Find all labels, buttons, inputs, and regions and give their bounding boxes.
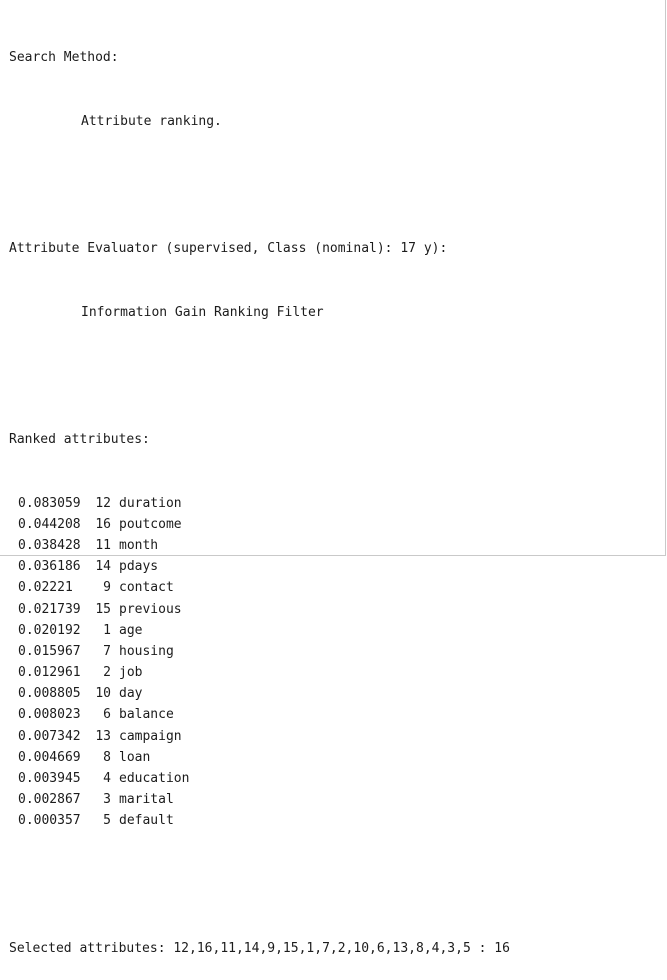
attribute-name: housing (119, 643, 174, 659)
ranked-attribute-row: 0.083059 12 duration (9, 493, 665, 514)
attribute-index: 13 (95, 728, 111, 744)
attribute-index: 8 (103, 749, 111, 765)
ranked-attribute-row: 0.044208 16 poutcome (9, 514, 665, 535)
attribute-index: 11 (95, 537, 111, 553)
attribute-index: 4 (103, 771, 111, 786)
ranked-attribute-row: 0.036186 14 pdays (9, 556, 665, 577)
attribute-index: 5 (103, 813, 111, 829)
attribute-index: 6 (103, 707, 111, 723)
attribute-score: 0.083059 (18, 495, 81, 511)
selected-attributes-line: Selected attributes: 12,16,11,14,9,15,1,… (9, 940, 510, 956)
ranked-attribute-row: 0.004669 8 loan (9, 747, 665, 768)
attribute-index: 14 (95, 559, 111, 575)
attribute-index: 9 (103, 580, 111, 596)
attribute-score: 0.02221 (18, 580, 73, 596)
attribute-score: 0.008023 (18, 707, 81, 723)
ranked-attribute-row: 0.020192 1 age (9, 620, 665, 641)
ranked-attributes-heading: Ranked attributes: (9, 431, 150, 447)
ranked-attribute-row: 0.038428 11 month (9, 535, 665, 556)
attribute-score: 0.007342 (18, 728, 81, 744)
attribute-name: age (119, 622, 143, 638)
ranked-attribute-row: 0.008023 6 balance (9, 704, 665, 725)
attribute-name: previous (119, 601, 182, 617)
attribute-score: 0.012961 (18, 665, 81, 681)
ranked-attribute-row: 0.02221 9 contact (9, 577, 665, 598)
ranked-attribute-row: 0.015967 7 housing (9, 641, 665, 662)
attribute-name: contact (119, 580, 174, 596)
ranked-attribute-row: 0.012961 2 job (9, 662, 665, 683)
attribute-score: 0.000357 (18, 813, 81, 829)
classifier-output-text-area[interactable]: Search Method: Attribute ranking. Attrib… (0, 0, 666, 956)
attribute-name: marital (119, 792, 174, 808)
attribute-score: 0.036186 (18, 559, 81, 575)
attribute-index: 2 (103, 665, 111, 681)
attribute-name: campaign (119, 728, 182, 744)
ranked-attribute-row: 0.008805 10 day (9, 683, 665, 704)
search-method-value: Attribute ranking. (81, 114, 222, 129)
attribute-name: pdays (119, 559, 159, 575)
attribute-name: month (119, 537, 159, 553)
attribute-score: 0.002867 (18, 792, 81, 808)
attribute-index: 10 (95, 686, 111, 702)
attribute-index: 7 (103, 643, 111, 659)
attribute-index: 1 (103, 622, 111, 638)
ranked-attribute-row: 0.003945 4 education (9, 768, 665, 789)
attribute-score: 0.015967 (18, 643, 81, 659)
attribute-name: day (119, 686, 143, 702)
attribute-name: loan (119, 749, 151, 765)
attribute-index: 15 (95, 601, 111, 617)
attribute-index: 12 (95, 495, 111, 511)
attribute-name: education (119, 771, 190, 786)
ranked-attributes-list: 0.083059 12 duration 0.044208 16 poutcome 0.03… (9, 493, 665, 832)
attribute-name: poutcome (119, 516, 182, 532)
attribute-name: job (119, 665, 143, 681)
attribute-score: 0.021739 (18, 601, 81, 617)
attribute-score: 0.003945 (18, 771, 81, 786)
attribute-score: 0.020192 (18, 622, 81, 638)
evaluator-value: Information Gain Ranking Filter (81, 304, 324, 320)
attribute-name: default (119, 813, 174, 829)
attribute-index: 3 (103, 792, 111, 808)
ranked-attribute-row: 0.000357 5 default (9, 810, 665, 831)
attribute-index: 16 (95, 516, 111, 532)
evaluator-heading: Attribute Evaluator (supervised, Class (… (9, 241, 448, 257)
search-method-heading: Search Method: (9, 50, 119, 66)
attribute-score: 0.008805 (18, 686, 81, 702)
ranked-attribute-row: 0.007342 13 campaign (9, 726, 665, 747)
ranked-attribute-row: 0.002867 3 marital (9, 789, 665, 810)
attribute-score: 0.004669 (18, 749, 81, 765)
attribute-score: 0.044208 (18, 516, 81, 532)
ranked-attribute-row: 0.021739 15 previous (9, 599, 665, 620)
attribute-name: balance (119, 707, 174, 723)
attribute-name: duration (119, 495, 182, 511)
attribute-score: 0.038428 (18, 537, 81, 553)
